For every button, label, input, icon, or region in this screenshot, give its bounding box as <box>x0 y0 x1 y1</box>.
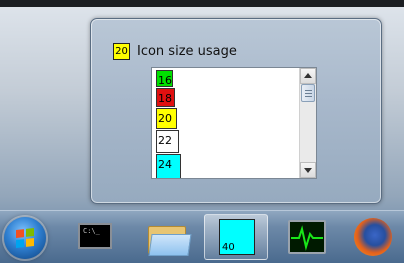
grip-line <box>305 93 312 94</box>
list-item-swatch: 20 <box>156 108 177 129</box>
list-item[interactable]: 18 <box>156 88 175 107</box>
icon-size-listbox[interactable]: 16 18 20 22 24 <box>151 67 317 179</box>
start-button[interactable] <box>4 217 46 259</box>
scroll-down-button[interactable] <box>300 162 316 178</box>
cyan-square-icon: 40 <box>219 219 255 255</box>
taskbar-button-explorer[interactable] <box>134 214 196 260</box>
taskbar-button-firefox[interactable] <box>344 214 402 260</box>
top-window-edge <box>0 0 404 7</box>
list-item[interactable]: 20 <box>156 108 177 129</box>
icon-size-popup: 20 Icon size usage 16 18 20 22 24 <box>90 18 382 204</box>
arrow-down-icon <box>304 168 312 173</box>
scrollbar-thumb[interactable] <box>301 84 315 102</box>
list-item-swatch: 24 <box>156 154 181 178</box>
scroll-up-button[interactable] <box>300 68 316 84</box>
list-item[interactable]: 24 <box>156 154 181 178</box>
grip-line <box>305 90 312 91</box>
command-prompt-icon: C:\_ <box>78 223 112 249</box>
taskbar-button-cmd[interactable]: C:\_ <box>64 214 126 260</box>
cmd-prompt-text: C:\_ <box>83 227 100 235</box>
firefox-icon <box>354 218 392 256</box>
windows-logo-icon <box>16 228 34 248</box>
list-item-swatch: 22 <box>156 130 179 153</box>
vertical-scrollbar[interactable] <box>299 68 316 178</box>
grip-line <box>305 96 312 97</box>
taskbar-button-monitor[interactable] <box>274 214 336 260</box>
list-item[interactable]: 16 <box>156 70 173 87</box>
pulse-line <box>291 225 323 251</box>
list-item-swatch: 16 <box>156 70 173 87</box>
list-items: 16 18 20 22 24 <box>152 68 300 178</box>
list-item-swatch: 18 <box>156 88 175 107</box>
popup-title: Icon size usage <box>137 44 237 59</box>
list-item[interactable]: 22 <box>156 130 179 153</box>
folder-front-shape <box>148 234 192 256</box>
arrow-up-icon <box>304 73 312 78</box>
taskbar-button-icon-size[interactable]: 40 <box>204 214 268 260</box>
pulse-monitor-icon <box>288 220 326 254</box>
app-icon: 20 <box>113 43 130 60</box>
taskbar-icon-label: 40 <box>222 242 235 253</box>
taskbar: C:\_ 40 <box>0 210 404 263</box>
